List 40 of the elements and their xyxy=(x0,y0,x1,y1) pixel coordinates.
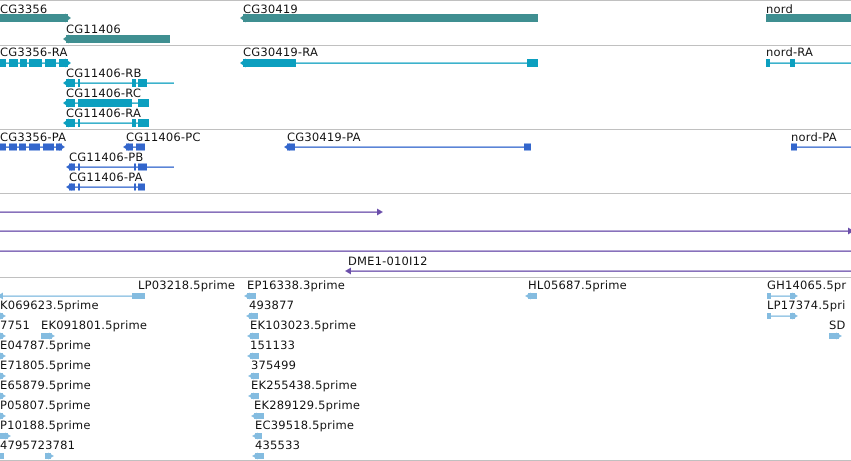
feature-label: E71805.5prime xyxy=(0,358,91,372)
feature-label: EK255438.5prime xyxy=(251,378,358,392)
feature-label: CG11406-RA xyxy=(66,106,142,120)
feature-label: CG3356 xyxy=(0,2,48,16)
feature-label: SD xyxy=(829,318,846,332)
feature-label: K069623.5prime xyxy=(0,298,99,312)
feature-label: 4795723781 xyxy=(0,438,76,452)
feature-label: 375499 xyxy=(251,358,296,372)
feature-label: P10188.5prime xyxy=(0,418,91,432)
feature-label: CG30419-PA xyxy=(287,130,361,144)
feature-label: DME1-010I12 xyxy=(348,254,428,268)
feature-label: CG30419-RA xyxy=(243,46,318,59)
feature-label: HL05687.5prime xyxy=(528,278,627,292)
feature-label: CG11406-PB xyxy=(69,150,144,164)
feature-label: 151133 xyxy=(250,338,296,352)
feature-label: CG11406-PA xyxy=(69,170,143,184)
feature-label: EP16338.3prime xyxy=(247,278,346,292)
feature-label: CG11406-RC xyxy=(66,86,142,100)
feature-label: nord xyxy=(766,2,793,16)
feature-label: 7751 xyxy=(0,318,30,332)
feature-label: CG11406-PC xyxy=(126,130,201,144)
feature-label: 435533 xyxy=(255,438,300,452)
feature-label: EK103023.5prime xyxy=(250,318,356,332)
feature-label: GH14065.5pr xyxy=(767,278,846,292)
feature-label: CG3356-PA xyxy=(0,130,66,144)
feature-label: EC39518.5prime xyxy=(255,418,354,432)
feature-label: CG11406-RB xyxy=(66,66,142,80)
feature-label: CG3356-RA xyxy=(0,46,68,59)
feature-label: CG30419 xyxy=(243,2,298,16)
feature-label: nord-RA xyxy=(766,46,814,59)
feature-label: nord-PA xyxy=(791,130,837,144)
feature-label: E65879.5prime xyxy=(0,378,91,392)
feature-label: EK289129.5prime xyxy=(254,398,360,412)
feature-label: CG11406 xyxy=(66,22,121,36)
feature-label: 493877 xyxy=(249,298,294,312)
feature-label: LP17374.5pri xyxy=(767,298,846,312)
feature-label: LP03218.5prime xyxy=(138,278,236,292)
feature-label: E04787.5prime xyxy=(0,338,91,352)
feature-label: P05807.5prime xyxy=(0,398,91,412)
feature-label: EK091801.5prime xyxy=(41,318,148,332)
